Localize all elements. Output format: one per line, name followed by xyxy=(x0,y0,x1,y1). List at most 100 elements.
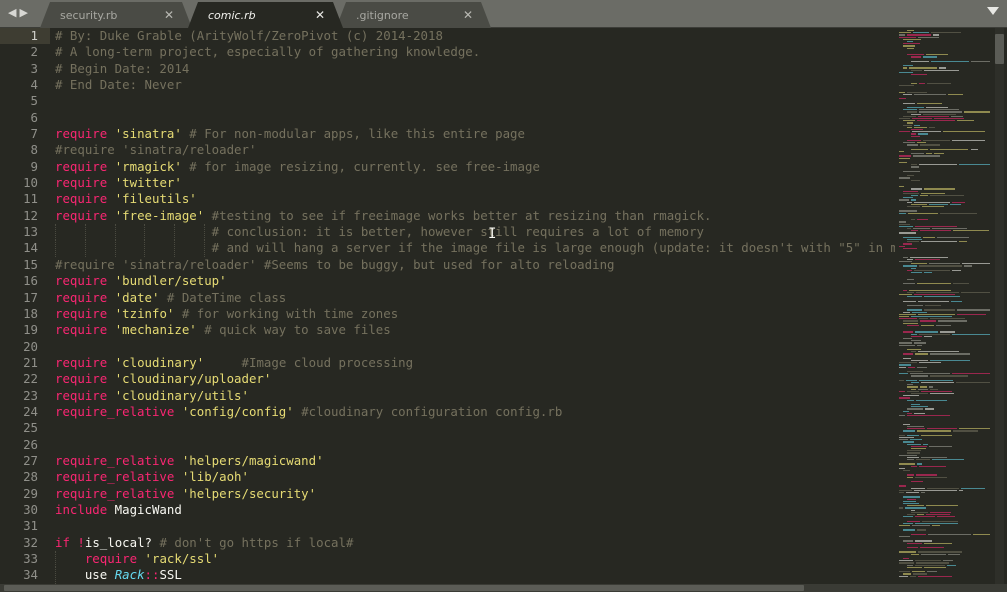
code-line[interactable]: 26 xyxy=(0,437,895,453)
horizontal-scrollbar-thumb[interactable] xyxy=(4,585,804,591)
minimap-line xyxy=(907,241,920,243)
minimap-line xyxy=(913,93,947,95)
code-line[interactable]: 31 xyxy=(0,518,895,534)
minimap-line xyxy=(911,267,916,269)
vertical-scrollbar[interactable] xyxy=(995,28,1004,584)
vertical-scrollbar-thumb[interactable] xyxy=(995,34,1004,64)
code-text: require 'twitter' xyxy=(55,175,182,191)
minimap-line xyxy=(921,520,958,522)
code-line[interactable]: 3 # Begin Date: 2014 xyxy=(0,61,895,77)
token-kw: require xyxy=(55,273,108,289)
minimap-line xyxy=(923,113,957,115)
code-line[interactable]: 28 require_relative 'lib/aoh' xyxy=(0,469,895,485)
line-number: 29 xyxy=(23,485,38,501)
tab-list-dropdown-icon[interactable] xyxy=(987,7,999,15)
minimap-line xyxy=(907,459,914,461)
back-arrow-icon[interactable]: ◀ xyxy=(8,6,16,19)
tab-security-rb[interactable]: security.rb ✕ xyxy=(40,2,192,28)
code-line[interactable]: 10 require 'twitter' xyxy=(0,175,895,191)
code-line[interactable]: 20 xyxy=(0,339,895,355)
minimap-line xyxy=(929,126,935,128)
code-line[interactable]: 7 require 'sinatra' # For non-modular app… xyxy=(0,126,895,142)
code-text: #require 'sinatra/reloader' xyxy=(55,142,256,158)
code-line[interactable]: 25 xyxy=(0,420,895,436)
minimap-line xyxy=(918,362,942,364)
horizontal-scrollbar[interactable] xyxy=(0,584,1007,592)
minimap-line xyxy=(899,85,915,87)
code-line[interactable]: 21 require 'cloudinary' #Image cloud proc… xyxy=(0,355,895,371)
code-line[interactable]: 6 xyxy=(0,110,895,126)
code-line[interactable]: 11 require 'fileutils' xyxy=(0,191,895,207)
minimap-line xyxy=(907,371,924,373)
code-line[interactable]: 19 require 'mechanize' # quick way to sav… xyxy=(0,322,895,338)
code-line[interactable]: 33 require 'rack/ssl' xyxy=(0,551,895,568)
code-line[interactable]: 15 #require 'sinatra/reloader' #Seems to … xyxy=(0,257,895,273)
code-text: require 'mechanize' # quick way to save … xyxy=(55,322,391,338)
code-line[interactable]: 12 require 'free-image' #testing to see i… xyxy=(0,208,895,224)
minimap-line xyxy=(899,316,909,318)
minimap-line xyxy=(908,212,938,214)
code-line[interactable]: 8 #require 'sinatra/reloader' xyxy=(0,142,895,158)
minimap-line xyxy=(907,41,914,43)
minimap-line xyxy=(913,32,929,34)
minimap-line xyxy=(903,170,921,172)
code-text: include MagicWand xyxy=(55,502,182,518)
close-icon[interactable]: ✕ xyxy=(463,8,473,22)
code-line[interactable]: 5 xyxy=(0,93,895,109)
line-number: 34 xyxy=(23,567,38,583)
code-line[interactable]: 4 # End Date: Never xyxy=(0,77,895,93)
minimap-line xyxy=(911,393,929,395)
code-line[interactable]: 1 # By: Duke Grable (ArityWolf/ZeroPivot … xyxy=(0,28,895,45)
minimap-line xyxy=(910,316,953,318)
minimap-line xyxy=(899,294,912,296)
code-line[interactable]: 34 use Rack::SSL xyxy=(0,567,895,584)
minimap-line xyxy=(951,333,990,335)
minimap-line xyxy=(916,430,952,432)
close-icon[interactable]: ✕ xyxy=(164,8,174,22)
code-line[interactable]: 9 require 'rmagick' # for image resizing,… xyxy=(0,159,895,175)
minimap-line xyxy=(929,203,949,205)
code-line[interactable]: 16 require 'bundler/setup' xyxy=(0,273,895,289)
line-number: 19 xyxy=(23,322,38,338)
code-line[interactable]: 23 require 'cloudinary/utils' xyxy=(0,388,895,404)
minimap-line xyxy=(940,331,956,333)
code-line[interactable]: 29 require_relative 'helpers/security' xyxy=(0,486,895,502)
line-number: 33 xyxy=(23,551,38,566)
token-str: 'free-image' xyxy=(114,207,205,223)
code-line[interactable]: 27 require_relative 'helpers/magicwand' xyxy=(0,453,895,469)
minimap-line xyxy=(907,47,915,49)
minimap[interactable] xyxy=(895,28,990,584)
code-line[interactable]: 17 require 'date' # DateTime class xyxy=(0,290,895,306)
code-line[interactable]: 22 require 'cloudinary/uploader' xyxy=(0,371,895,387)
code-line[interactable]: 14 # and will hang a server if the image… xyxy=(0,240,895,257)
token-str: 'bundler/setup' xyxy=(114,273,227,289)
tab-comic-rb[interactable]: comic.rb ✕ xyxy=(188,2,343,28)
code-line[interactable]: 18 require 'tzinfo' # for working with ti… xyxy=(0,306,895,322)
minimap-line xyxy=(911,525,931,527)
minimap-line xyxy=(903,192,920,194)
minimap-line xyxy=(939,212,978,214)
tab-gitignore[interactable]: .gitignore ✕ xyxy=(336,2,491,28)
code-line[interactable]: 2 # A long-term project, especially of ga… xyxy=(0,44,895,60)
minimap-line xyxy=(959,489,964,491)
minimap-line xyxy=(907,476,913,478)
token-str: 'helpers/magicwand' xyxy=(181,452,324,468)
forward-arrow-icon[interactable]: ▶ xyxy=(19,6,27,19)
code-editor[interactable]: 1 # By: Duke Grable (ArityWolf/ZeroPivot … xyxy=(0,28,895,584)
minimap-line xyxy=(927,487,960,489)
close-icon[interactable]: ✕ xyxy=(315,8,325,22)
minimap-line xyxy=(911,74,927,76)
code-line[interactable]: 24 require_relative 'config/config' #clou… xyxy=(0,404,895,420)
minimap-line xyxy=(930,360,970,362)
token-cmt: #require 'sinatra/reloader' #Seems to be… xyxy=(55,256,615,272)
minimap-line xyxy=(903,522,913,524)
code-line[interactable]: 13 # conclusion: it is better, however s… xyxy=(0,224,895,241)
minimap-line xyxy=(899,313,916,315)
token-kw: include xyxy=(55,501,108,517)
code-line[interactable]: 30 include MagicWand xyxy=(0,502,895,518)
minimap-line xyxy=(911,60,929,62)
minimap-line xyxy=(921,434,952,436)
code-line[interactable]: 32 if !is_local? # don't go https if loca… xyxy=(0,535,895,551)
